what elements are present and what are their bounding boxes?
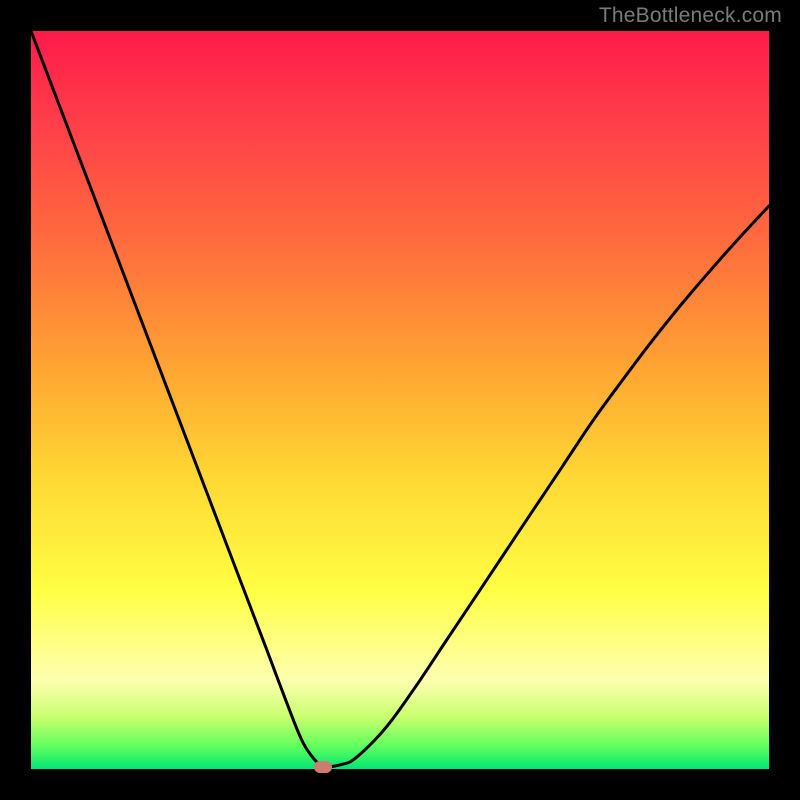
bottleneck-curve <box>31 31 769 767</box>
curve-svg <box>31 31 769 769</box>
optimal-point-marker <box>314 761 332 773</box>
watermark-text: TheBottleneck.com <box>599 4 782 28</box>
chart-stage: TheBottleneck.com <box>0 0 800 800</box>
plot-area <box>31 31 769 769</box>
